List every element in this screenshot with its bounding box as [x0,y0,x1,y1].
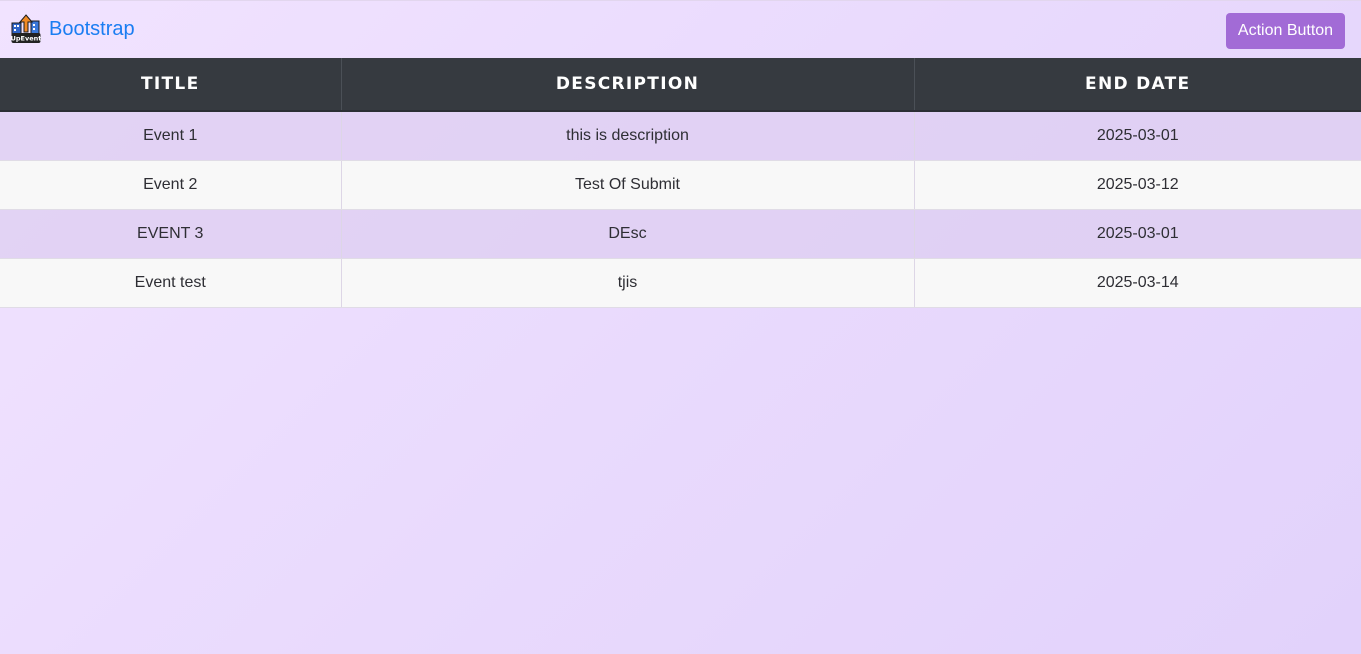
brand-name: Bootstrap [49,17,135,40]
cell-end-date: 2025-03-14 [914,258,1361,308]
cell-end-date: 2025-03-01 [914,111,1361,161]
cell-title: EVENT 3 [0,209,342,259]
events-table: TITLE DESCRIPTION END DATE Event 1 this … [0,58,1361,308]
cell-title: Event test [0,258,342,308]
column-header-end-date[interactable]: END DATE [914,58,1361,112]
cell-description: this is description [341,111,915,161]
table-body: Event 1 this is description 2025-03-01 E… [0,111,1361,308]
brand-link[interactable]: UpEvent Bootstrap [11,14,135,44]
cell-description: DEsc [341,209,915,259]
table-row[interactable]: Event test tjis 2025-03-14 [0,258,1361,308]
table-row[interactable]: Event 1 this is description 2025-03-01 [0,111,1361,161]
cell-end-date: 2025-03-01 [914,209,1361,259]
cell-end-date: 2025-03-12 [914,160,1361,210]
svg-text:UpEvent: UpEvent [11,35,41,43]
cell-title: Event 2 [0,160,342,210]
table-row[interactable]: Event 2 Test Of Submit 2025-03-12 [0,160,1361,210]
navbar: UpEvent Bootstrap Action Button [0,0,1361,58]
cell-description: Test Of Submit [341,160,915,210]
cell-title: Event 1 [0,111,342,161]
column-header-title[interactable]: TITLE [0,58,342,112]
header-row: TITLE DESCRIPTION END DATE [0,58,1361,112]
table-header: TITLE DESCRIPTION END DATE [0,58,1361,112]
table-row[interactable]: EVENT 3 DEsc 2025-03-01 [0,209,1361,259]
action-button[interactable]: Action Button [1226,13,1345,49]
column-header-description[interactable]: DESCRIPTION [341,58,915,112]
upevent-logo-icon: UpEvent [11,14,41,43]
cell-description: tjis [341,258,915,308]
